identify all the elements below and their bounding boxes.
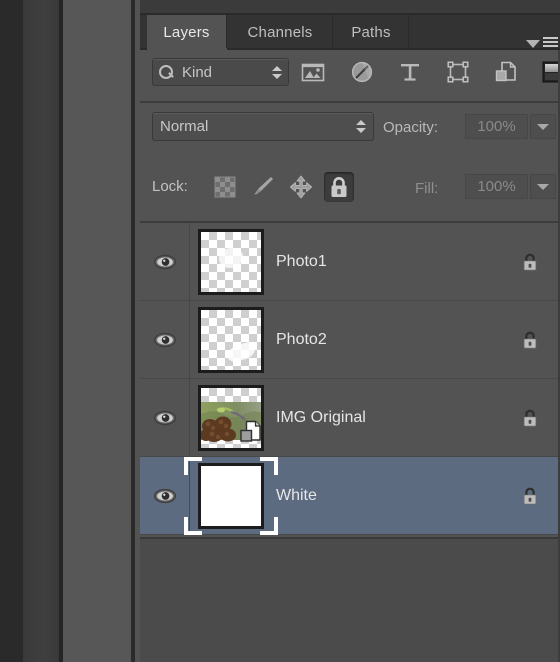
chevron-down-icon <box>537 123 549 130</box>
toolbar-strip[interactable] <box>23 0 59 662</box>
layer-thumbnail[interactable] <box>198 462 264 529</box>
filter-kind-dropdown[interactable]: Kind <box>152 58 289 86</box>
document-canvas-area[interactable] <box>63 0 131 662</box>
layer-row-white[interactable]: White <box>140 456 560 535</box>
layers-panel: Layers Channels Paths Kind Normal Opacit… <box>140 0 560 662</box>
panel-tab-bar: Layers Channels Paths <box>140 15 560 51</box>
layer-lock-indicator[interactable] <box>500 405 560 431</box>
tab-layers-label: Layers <box>163 23 210 41</box>
layer-visibility-toggle[interactable] <box>140 456 190 535</box>
blend-mode-dropdown[interactable]: Normal <box>152 112 374 141</box>
layer-thumbnail-cell[interactable] <box>190 228 272 295</box>
workspace-left-edge <box>0 0 23 662</box>
fill-dropdown-button[interactable] <box>530 174 556 199</box>
opacity-dropdown-button[interactable] <box>530 114 556 139</box>
layer-filter-row: Kind <box>140 50 560 102</box>
lock-label: Lock: <box>152 178 188 195</box>
eye-icon <box>153 332 176 347</box>
layer-thumbnail-cell[interactable] <box>184 456 278 535</box>
layer-name[interactable]: Photo2 <box>272 331 500 349</box>
lock-image-pixels-button[interactable] <box>248 172 278 202</box>
layer-row-img-original[interactable]: IMG Original <box>140 378 560 457</box>
tab-paths[interactable]: Paths <box>334 15 409 49</box>
layer-name[interactable]: IMG Original <box>272 409 500 427</box>
layer-list[interactable]: Photo1 Photo2 IMG Original White <box>140 222 560 537</box>
filter-adjustment-layers-icon[interactable] <box>349 59 375 85</box>
lock-position-button[interactable] <box>286 172 316 202</box>
filter-smart-object-layers-icon[interactable] <box>493 59 519 85</box>
layer-list-bottom-divider <box>140 537 560 539</box>
opacity-input[interactable]: 100% <box>465 114 528 139</box>
tab-layers[interactable]: Layers <box>147 15 227 49</box>
filter-kind-label: Kind <box>182 63 213 81</box>
lock-icon <box>523 331 537 348</box>
layer-lock-indicator[interactable] <box>500 327 560 353</box>
thumb-content <box>225 340 257 363</box>
eye-icon <box>153 488 176 503</box>
filter-type-layers-icon[interactable] <box>397 59 423 85</box>
blend-mode-stepper-icon[interactable] <box>355 120 366 133</box>
blend-mode-value: Normal <box>160 118 209 135</box>
layer-lock-indicator[interactable] <box>500 483 560 509</box>
search-icon <box>159 64 174 80</box>
lock-row: Lock: Fill: 100% <box>140 158 560 216</box>
layer-thumbnail[interactable] <box>198 306 264 373</box>
layer-row-photo1[interactable]: Photo1 <box>140 222 560 301</box>
layer-name[interactable]: Photo1 <box>272 253 500 271</box>
blend-mode-row: Normal Opacity: 100% <box>140 103 560 155</box>
layer-list-empty-area[interactable] <box>140 537 560 662</box>
lock-transparent-pixels-button[interactable] <box>210 172 240 202</box>
filter-toggle-icon[interactable] <box>540 59 560 85</box>
layer-thumbnail-cell[interactable] <box>190 306 272 373</box>
filter-shape-layers-icon[interactable] <box>445 59 471 85</box>
chevron-down-icon <box>537 183 549 190</box>
lock-icon <box>523 487 537 504</box>
lock-all-button[interactable] <box>324 172 354 202</box>
eye-icon <box>153 410 176 425</box>
fill-label: Fill: <box>415 180 439 197</box>
chevron-down-icon <box>526 40 540 48</box>
tab-paths-label: Paths <box>351 23 391 41</box>
filter-pixel-layers-icon[interactable] <box>300 59 326 85</box>
opacity-label: Opacity: <box>383 119 439 136</box>
lock-icon <box>523 409 537 426</box>
tab-channels-label: Channels <box>247 23 313 41</box>
layer-lock-indicator[interactable] <box>500 249 560 275</box>
layer-thumbnail-cell[interactable] <box>190 384 272 451</box>
thumb-content <box>219 247 243 268</box>
updown-stepper-icon[interactable] <box>271 65 282 79</box>
smart-object-badge-icon <box>238 419 264 445</box>
layer-thumbnail[interactable] <box>198 228 264 295</box>
fill-input[interactable]: 100% <box>465 174 528 199</box>
eye-icon <box>153 254 176 269</box>
layer-row-photo2[interactable]: Photo2 <box>140 300 560 379</box>
panel-title-bar[interactable] <box>140 0 560 14</box>
tab-channels[interactable]: Channels <box>228 15 333 49</box>
layer-visibility-toggle[interactable] <box>140 300 190 379</box>
layer-visibility-toggle[interactable] <box>140 222 190 301</box>
layer-visibility-toggle[interactable] <box>140 378 190 457</box>
lock-icon <box>523 253 537 270</box>
photoshop-window: Layers Channels Paths Kind Normal Opacit… <box>0 0 560 662</box>
layer-name[interactable]: White <box>272 487 500 505</box>
